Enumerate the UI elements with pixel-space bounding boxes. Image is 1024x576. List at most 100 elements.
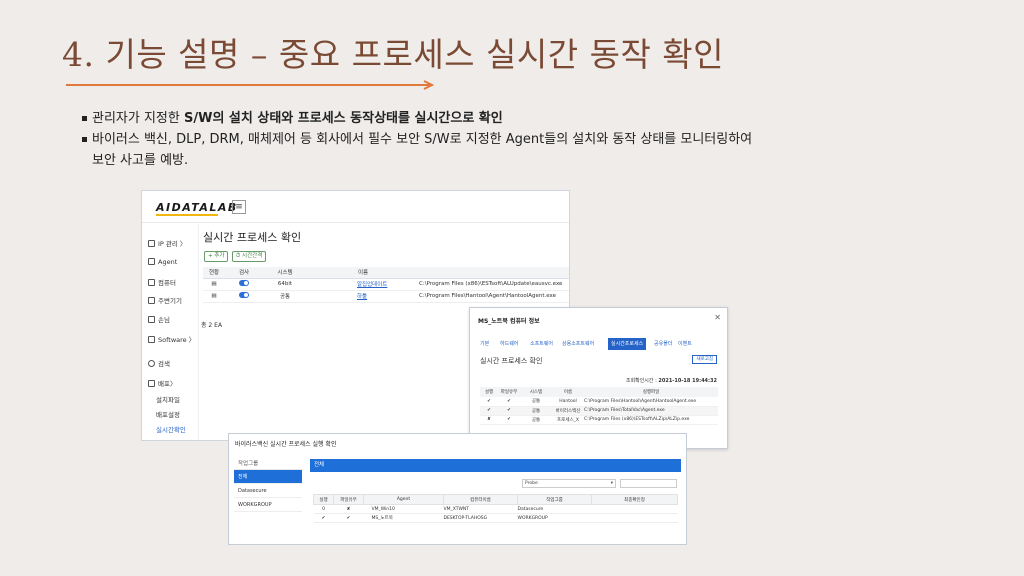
col-run[interactable]: 설행: [480, 387, 498, 397]
col-file[interactable]: 파일유무: [498, 387, 520, 397]
tab-software[interactable]: 소프트웨어: [530, 338, 553, 350]
run-check-icon: ✔: [480, 397, 498, 407]
row-workgroup: WORKGROUP: [517, 513, 592, 523]
run-x-icon: ✘: [480, 415, 498, 425]
main-header: AIDATALAB ≡: [142, 191, 569, 223]
tab-commercial-software[interactable]: 상용소프트웨어: [562, 338, 594, 350]
file-check-icon: ✔: [498, 415, 520, 425]
guest-icon: [148, 316, 155, 323]
col-check[interactable]: 검사: [225, 267, 263, 279]
logo-underline: [156, 214, 218, 216]
tab-realtime-process[interactable]: 실시간프로세스: [608, 338, 647, 350]
row-computer: DESKTOP-TLAHOSG: [443, 513, 518, 523]
tab-hardware[interactable]: 하드웨어: [500, 338, 518, 350]
table-row[interactable]: ✔ ✔ 공통 바이러스백신 C:\Program Files\TotalVac\…: [480, 406, 718, 416]
sidebar-item-ip[interactable]: IP 관리 〉: [148, 238, 186, 248]
table-row[interactable]: ✔ ✔ MS_노트북 DESKTOP-TLAHOSG WORKGROUP: [313, 513, 678, 523]
col-exe[interactable]: 실행파일: [584, 387, 718, 397]
status-icon: ▤: [203, 290, 225, 303]
sidebar-item-peripherals[interactable]: 주변기기: [148, 295, 182, 305]
status-table: 실행 파일유무 Agent 컴퓨터이름 작업그룹 최종확인정 0 ✘ VM_Wi…: [313, 494, 678, 523]
table-row[interactable]: ✔ ✔ 공통 Hantool C:\Program Files\Hantool\…: [480, 397, 718, 407]
printer-icon: [148, 297, 155, 304]
col-name[interactable]: 이름: [552, 387, 584, 397]
col-status[interactable]: 현황: [203, 267, 225, 279]
file-x-icon: ✘: [333, 504, 364, 514]
col-system[interactable]: 시스템: [263, 267, 307, 279]
row-name: 바이러스백신: [552, 406, 584, 416]
col-computer[interactable]: 컴퓨터이름: [443, 494, 518, 505]
probe-select[interactable]: Probe ▾: [522, 479, 616, 488]
row-system: 공통: [520, 406, 552, 416]
sidebar-sub-deploy-settings[interactable]: 배포설정: [156, 409, 180, 419]
tab-event[interactable]: 이벤트: [678, 338, 692, 350]
col-name[interactable]: 이름: [307, 267, 419, 279]
workgroup-header: 작업그룹: [234, 459, 302, 470]
file-check-icon: ✔: [498, 406, 520, 416]
refresh-button[interactable]: 새로고침: [692, 355, 717, 364]
popup-subtitle: 실시간 프로세스 확인: [480, 357, 543, 365]
tab-shared-folder[interactable]: 공유폴더: [654, 338, 672, 350]
row-system: 64bit: [263, 278, 307, 291]
bullet-2: 바이러스 백신, DLP, DRM, 매체제어 등 회사에서 필수 보안 S/W…: [82, 129, 752, 150]
col-run[interactable]: 실행: [313, 494, 334, 505]
close-icon[interactable]: ✕: [714, 313, 721, 322]
table-header: 설행 파일유무 시스템 이름 실행파일: [480, 387, 718, 397]
total-count: 총 2 EA: [201, 322, 223, 329]
row-exe: C:\Program Files\Hantool\Agent\HantoolAg…: [584, 397, 718, 407]
check-toggle[interactable]: [239, 280, 249, 286]
add-button[interactable]: + 추가: [204, 251, 229, 262]
table-row[interactable]: ▤ 공통 하툴 C:\Program Files\Hantool\Agent\H…: [203, 290, 569, 303]
table-header: 현황 검사 시스템 이름: [203, 267, 569, 279]
row-exe: C:\Program Files\TotalVac\Agent.exe: [584, 406, 718, 416]
bullet-1: 관리자가 지정한 S/W의 설치 상태와 프로세스 동작상태를 실시간으로 확인: [82, 108, 752, 129]
workgroup-item-datasecure[interactable]: Datasecure: [234, 484, 302, 498]
computer-info-popup: MS_노트북 컴퓨터 정보 ✕ 기본 하드웨어 소프트웨어 상용소프트웨어 실시…: [469, 307, 728, 449]
file-check-icon: ✔: [333, 513, 364, 523]
sidebar-item-agent[interactable]: Agent: [148, 258, 177, 266]
menu-icon[interactable]: ≡: [232, 200, 246, 214]
computer-icon: [148, 279, 155, 286]
status-title: 바이러스백신 실시간 프로세스 실행 확인: [235, 441, 337, 448]
col-system[interactable]: 시스템: [520, 387, 552, 397]
interval-button[interactable]: ⏱ 시간간격: [232, 251, 267, 262]
sidebar-item-search[interactable]: 검색: [148, 358, 170, 368]
row-system: 공통: [520, 415, 552, 425]
status-icon: ▤: [203, 278, 225, 291]
run-check-icon: ✔: [313, 513, 334, 523]
table-row[interactable]: ✘ ✔ 공통 프로세스_X C:\Program Files (x86)\EST…: [480, 415, 718, 425]
workgroup-list: 작업그룹 전체 Datasecure WORKGROUP: [234, 459, 302, 512]
sidebar-item-computer[interactable]: 컴퓨터: [148, 277, 176, 287]
row-path: C:\Program Files\Hantool\Agent\HantoolAg…: [419, 290, 569, 303]
status-main: 전체 Probe ▾ 실행 파일유무 Agent 컴퓨터이름 작업그룹 최종확인정…: [310, 459, 681, 523]
workgroup-item-workgroup[interactable]: WORKGROUP: [234, 498, 302, 512]
sidebar-item-guest[interactable]: 손님: [148, 314, 170, 324]
antivirus-status-window: 바이러스백신 실시간 프로세스 실행 확인 작업그룹 전체 Datasecure…: [228, 433, 687, 545]
row-name: 프로세스_X: [552, 415, 584, 425]
col-file[interactable]: 파일유무: [333, 494, 364, 505]
search-input[interactable]: [620, 479, 677, 488]
title-underline-arrow: [66, 80, 435, 90]
slide-title: 4. 기능 설명 – 중요 프로세스 실시간 동작 확인: [62, 35, 725, 74]
table-row[interactable]: ▤ 64bit 알집업데이트 C:\Program Files (x86)\ES…: [203, 278, 569, 291]
bullet-2-continued: 보안 사고를 예방.: [92, 153, 189, 168]
sidebar-sub-realtime-check[interactable]: 실시간확인: [156, 424, 186, 434]
row-run: 0: [313, 504, 334, 514]
sidebar-sub-install-file[interactable]: 설치파일: [156, 394, 180, 404]
col-workgroup[interactable]: 작업그룹: [517, 494, 592, 505]
row-name-link[interactable]: 하툴: [357, 294, 367, 300]
sidebar-item-deploy[interactable]: 배포〉: [148, 378, 176, 388]
row-name-link[interactable]: 알집업데이트: [357, 282, 387, 288]
col-path: [419, 267, 569, 279]
sidebar-item-software[interactable]: Software 〉: [148, 334, 195, 344]
tab-basic[interactable]: 기본: [480, 338, 489, 350]
col-agent[interactable]: Agent: [363, 494, 444, 505]
table-row[interactable]: 0 ✘ VM_Win10 VM_XTWNT Datasecure: [313, 504, 678, 514]
col-last-check[interactable]: 최종확인정: [591, 494, 678, 505]
workgroup-item-all[interactable]: 전체: [234, 470, 302, 484]
run-check-icon: ✔: [480, 406, 498, 416]
table-header: 실행 파일유무 Agent 컴퓨터이름 작업그룹 최종확인정: [313, 494, 678, 505]
deploy-icon: [148, 380, 155, 387]
check-toggle[interactable]: [239, 292, 249, 298]
agent-icon: [148, 258, 155, 265]
